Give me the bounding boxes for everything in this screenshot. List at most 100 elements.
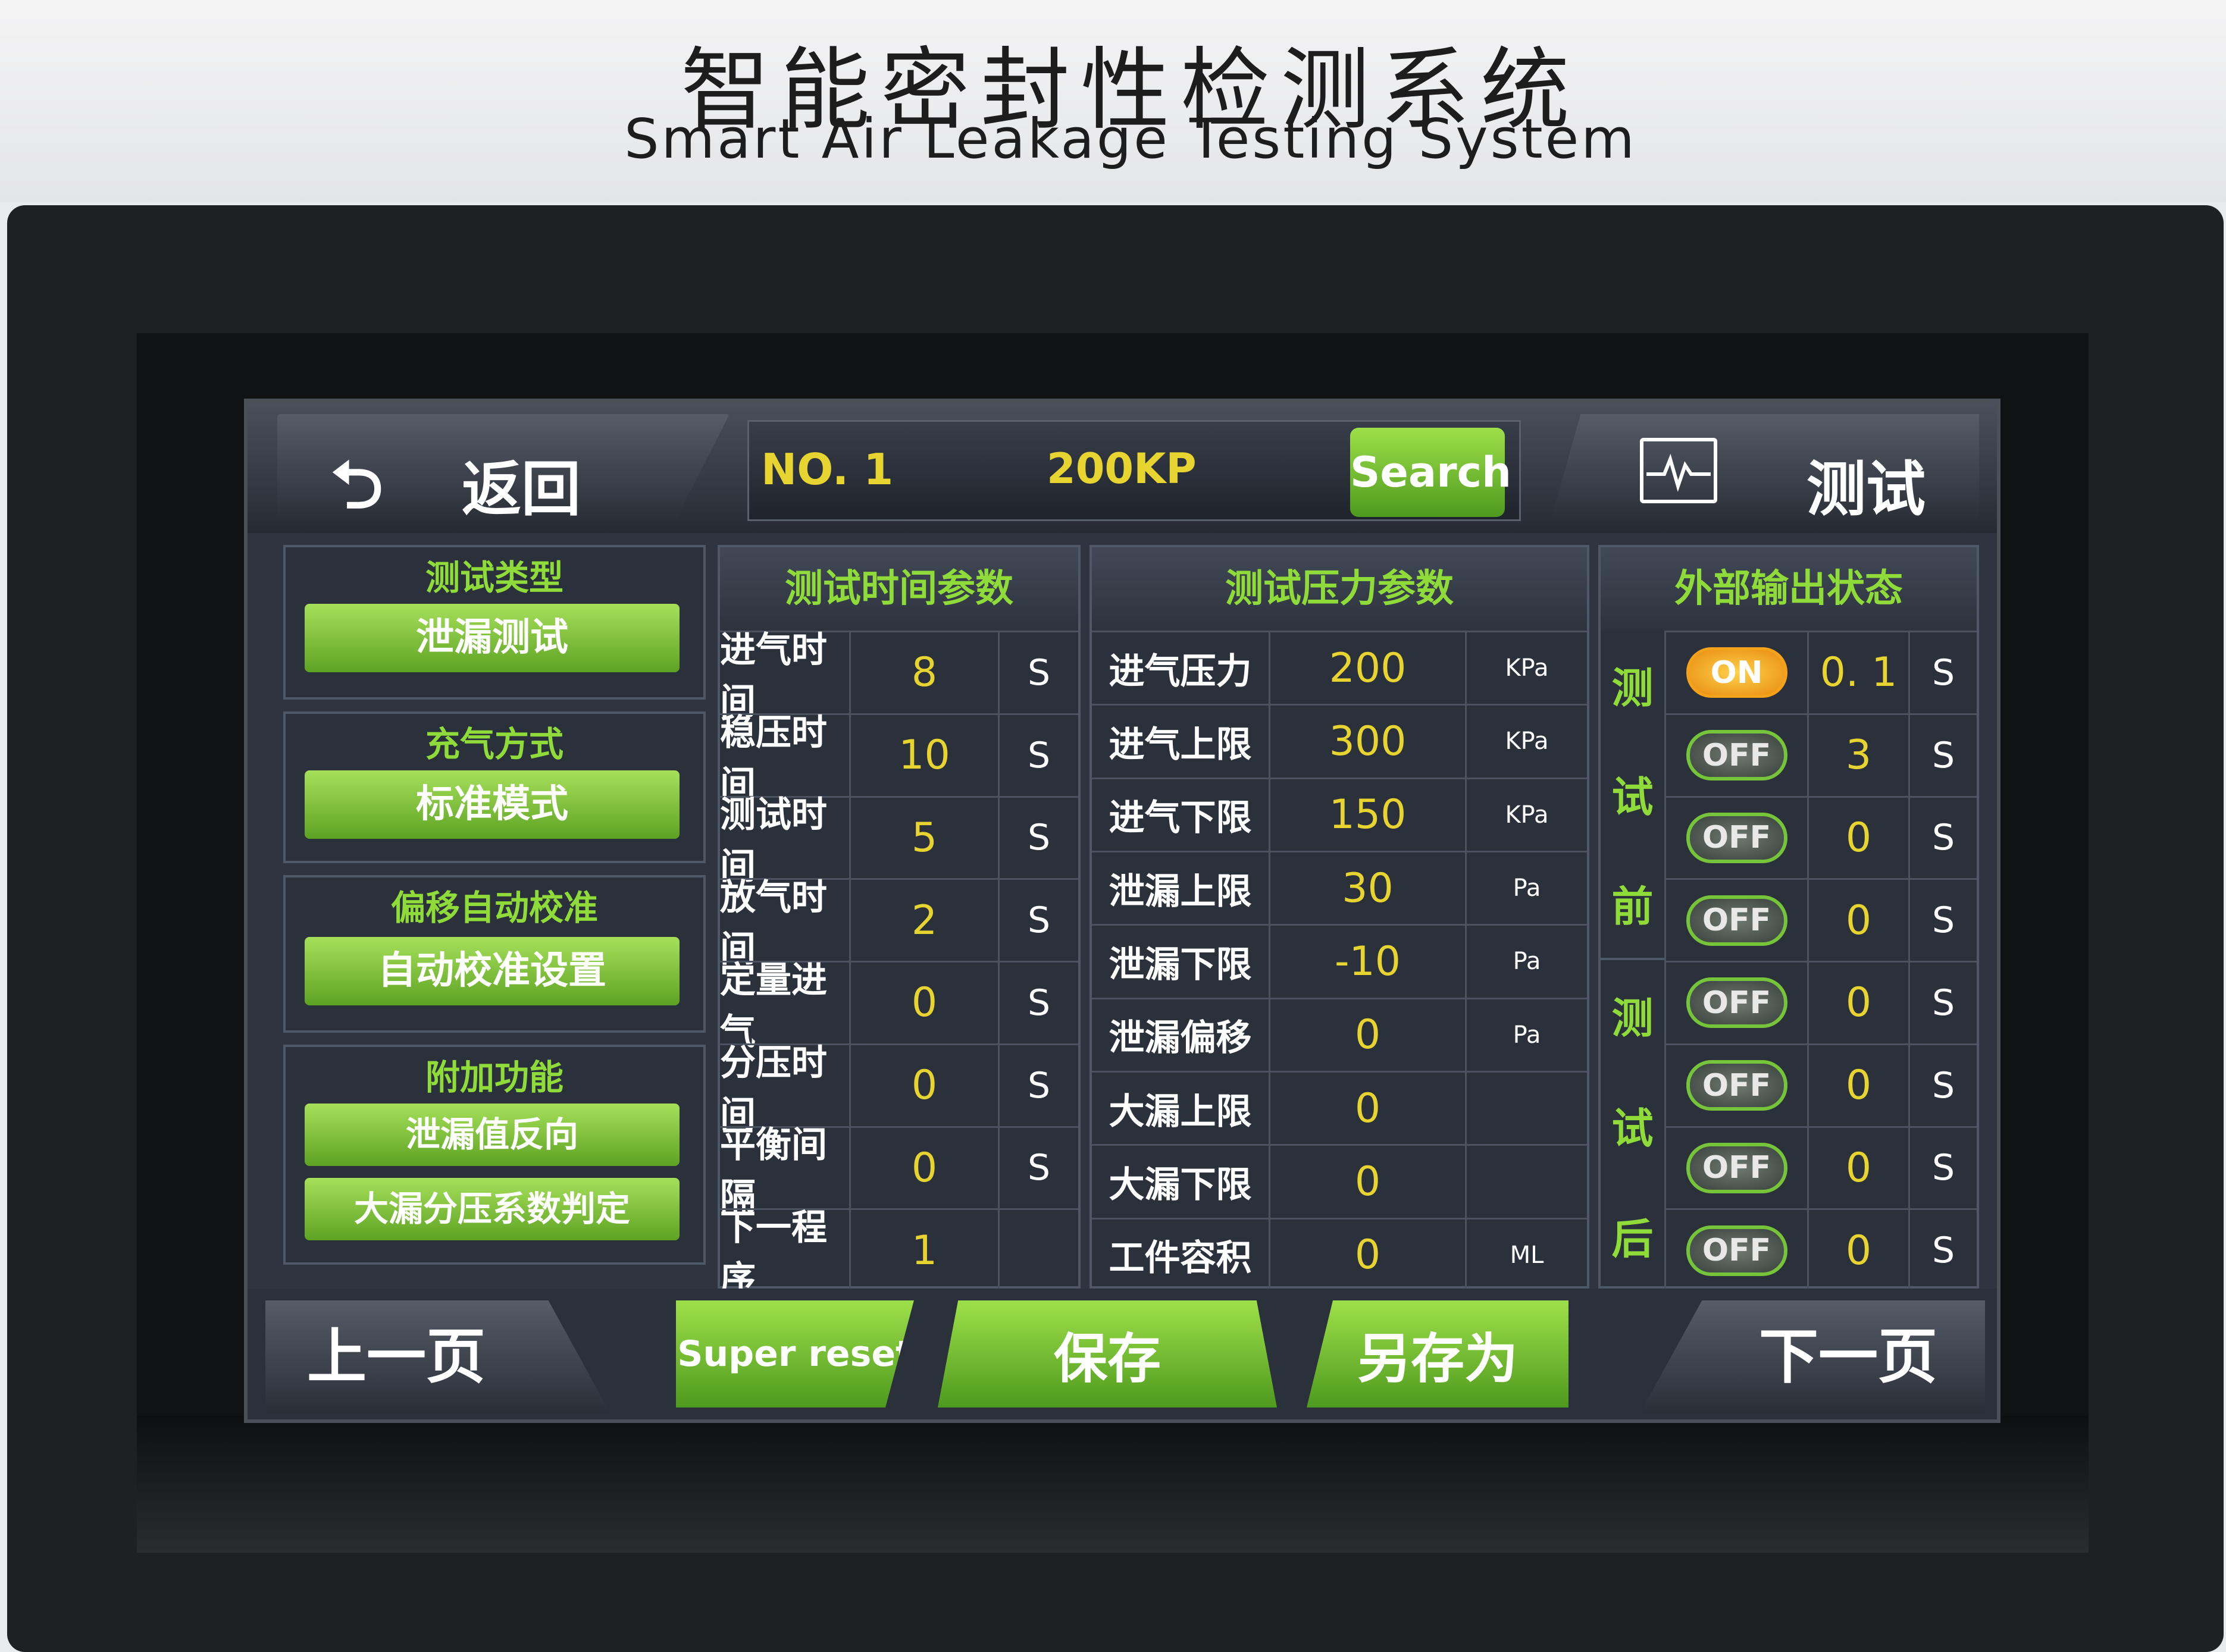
- output-delay-unit: S: [1931, 1147, 1955, 1189]
- output-toggle-cell: OFF: [1666, 714, 1809, 796]
- pressure-param-row: 泄漏下限 -10 Pa: [1092, 924, 1587, 998]
- time-param-label: 分压时间: [720, 1042, 851, 1136]
- output-delay-value[interactable]: 0: [1809, 963, 1910, 1043]
- auto-calibration-button[interactable]: 自动校准设置: [305, 937, 680, 1005]
- pressure-param-row: 泄漏上限 30 Pa: [1092, 851, 1587, 924]
- output-row: OFF 0 S: [1666, 1043, 1977, 1126]
- pressure-param-label: 进气压力: [1092, 632, 1270, 704]
- output-toggle[interactable]: OFF: [1686, 895, 1787, 946]
- output-delay-unit: S: [1931, 899, 1955, 942]
- time-param-unit: S: [1027, 982, 1051, 1024]
- time-param-unit: S: [1027, 899, 1051, 942]
- program-selector[interactable]: NO. 1 200KP Search: [747, 420, 1521, 521]
- time-param-label: 进气时间: [720, 629, 851, 723]
- output-delay-value[interactable]: 0: [1809, 797, 1910, 879]
- time-param-value[interactable]: 2: [851, 880, 1000, 961]
- time-param-value[interactable]: 8: [851, 632, 1000, 713]
- fill-mode-button[interactable]: 标准模式: [305, 770, 680, 839]
- time-param-row: 进气时间 8 S: [720, 629, 1078, 723]
- large-leak-ratio-button[interactable]: 大漏分压系数判定: [305, 1178, 680, 1240]
- output-toggle-cell: OFF: [1666, 1210, 1809, 1291]
- left-column: 测试类型 泄漏测试 充气方式 标准模式 偏移自动校准 自动校准设置 附加功能 泄…: [283, 545, 706, 1289]
- output-toggle[interactable]: OFF: [1686, 730, 1787, 781]
- back-arrow-icon: ⮌: [331, 447, 384, 523]
- output-row: OFF 3 S: [1666, 713, 1977, 796]
- output-delay-unit: S: [1931, 982, 1955, 1024]
- output-toggle-cell: ON: [1666, 632, 1809, 713]
- back-button[interactable]: ⮌ 返回: [277, 414, 730, 521]
- after-test-char-1: 测: [1611, 994, 1654, 1043]
- after-test-char-3: 后: [1611, 1214, 1654, 1264]
- pressure-param-unit: [1467, 1073, 1587, 1144]
- output-toggle[interactable]: OFF: [1686, 1060, 1787, 1111]
- pressure-param-row: 进气压力 200 KPa: [1092, 631, 1587, 704]
- time-params-title: 测试时间参数: [720, 547, 1078, 631]
- time-param-label: 放气时间: [720, 877, 851, 970]
- pressure-param-value[interactable]: 0: [1270, 1146, 1467, 1218]
- test-type-button[interactable]: 泄漏测试: [305, 604, 680, 672]
- pressure-param-row: 工件容积 0 ML: [1092, 1217, 1587, 1291]
- leak-reverse-button[interactable]: 泄漏值反向: [305, 1104, 680, 1166]
- pressure-param-unit: [1467, 1146, 1587, 1217]
- output-delay-value[interactable]: 0: [1809, 1045, 1910, 1126]
- output-toggle[interactable]: OFF: [1686, 1142, 1787, 1193]
- super-reset-button[interactable]: Super reset: [676, 1300, 914, 1408]
- output-delay-value[interactable]: 0. 1: [1809, 632, 1910, 713]
- test-type-title: 测试类型: [425, 557, 563, 598]
- pressure-params-table: 测试压力参数 进气压力 200 KPa 进气上限 300 KPa 进气下限 150 KPa 泄漏上…: [1089, 545, 1589, 1291]
- time-param-row: 下一程序 1: [720, 1207, 1078, 1300]
- output-toggle[interactable]: OFF: [1686, 1225, 1787, 1276]
- pressure-param-row: 泄漏偏移 0 Pa: [1092, 997, 1587, 1071]
- output-delay-unit: S: [1931, 1064, 1955, 1106]
- offset-calibration-title: 偏移自动校准: [390, 888, 598, 928]
- output-delay-unit: S: [1931, 1230, 1955, 1272]
- time-param-unit: S: [1027, 734, 1051, 776]
- test-button[interactable]: 测试: [1551, 414, 1979, 521]
- search-button[interactable]: Search: [1350, 428, 1511, 517]
- prev-page-button[interactable]: 上一页: [265, 1300, 610, 1413]
- pressure-param-value[interactable]: -10: [1270, 926, 1467, 998]
- output-delay-value[interactable]: 3: [1809, 714, 1910, 796]
- pressure-param-value[interactable]: 200: [1270, 632, 1467, 704]
- before-test-label: 测 试 前: [1601, 631, 1666, 958]
- pressure-param-value[interactable]: 0: [1270, 1073, 1467, 1145]
- output-toggle[interactable]: ON: [1686, 647, 1787, 698]
- output-delay-value[interactable]: 0: [1809, 1127, 1910, 1209]
- fill-mode-panel: 充气方式 标准模式: [283, 711, 706, 863]
- program-name: 200KP: [1047, 444, 1197, 493]
- pressure-param-value[interactable]: 0: [1270, 999, 1467, 1071]
- time-param-value[interactable]: 5: [851, 797, 1000, 879]
- output-toggle[interactable]: OFF: [1686, 977, 1787, 1029]
- output-toggle[interactable]: OFF: [1686, 812, 1787, 863]
- time-param-value[interactable]: 10: [851, 714, 1000, 796]
- waveform-icon: [1640, 438, 1717, 503]
- pressure-param-value[interactable]: 150: [1270, 779, 1467, 851]
- output-row: OFF 0 S: [1666, 1208, 1977, 1291]
- time-param-value[interactable]: 0: [851, 963, 1000, 1043]
- time-param-label: 测试时间: [720, 794, 851, 888]
- output-delay-value[interactable]: 0: [1809, 1210, 1910, 1291]
- extra-functions-panel: 附加功能 泄漏值反向 大漏分压系数判定: [283, 1045, 706, 1265]
- time-param-value[interactable]: 0: [851, 1045, 1000, 1126]
- pressure-param-label: 进气下限: [1092, 779, 1270, 851]
- program-number: NO. 1: [761, 444, 894, 494]
- output-status-title: 外部输出状态: [1601, 547, 1977, 631]
- time-param-unit: [1000, 1210, 1078, 1291]
- save-button[interactable]: 保存: [938, 1300, 1277, 1408]
- time-param-row: 分压时间 0 S: [720, 1042, 1078, 1136]
- time-param-value[interactable]: 1: [851, 1210, 1000, 1291]
- next-page-button[interactable]: 下一页: [1640, 1300, 1985, 1413]
- pressure-param-label: 工件容积: [1092, 1219, 1270, 1291]
- output-toggle-cell: OFF: [1666, 963, 1809, 1043]
- pressure-param-unit: Pa: [1513, 874, 1541, 902]
- time-param-value[interactable]: 0: [851, 1127, 1000, 1209]
- bezel-bottom: [137, 1416, 2089, 1553]
- pressure-param-label: 进气上限: [1092, 706, 1270, 778]
- pressure-param-value[interactable]: 300: [1270, 706, 1467, 778]
- output-delay-value[interactable]: 0: [1809, 880, 1910, 961]
- pressure-param-label: 泄漏下限: [1092, 926, 1270, 998]
- pressure-param-value[interactable]: 30: [1270, 852, 1467, 924]
- save-as-button[interactable]: 另存为: [1307, 1300, 1568, 1408]
- pressure-param-value[interactable]: 0: [1270, 1219, 1467, 1291]
- pressure-param-row: 进气下限 150 KPa: [1092, 777, 1587, 851]
